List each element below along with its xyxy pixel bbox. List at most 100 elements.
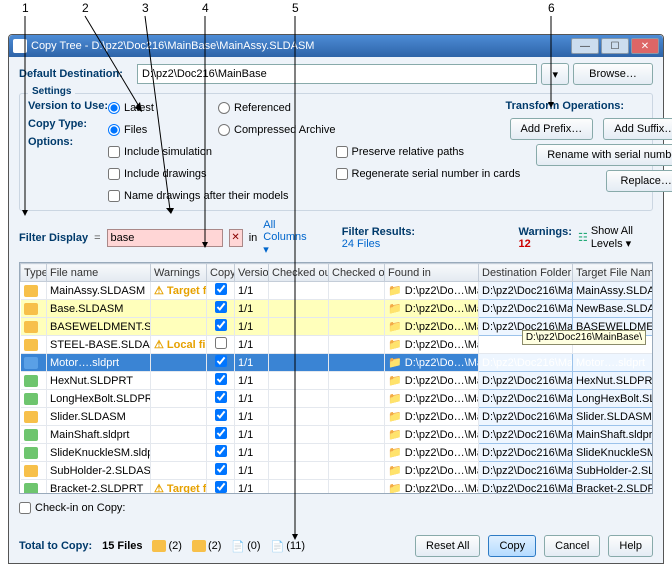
cell-version: 1/1 xyxy=(235,318,269,336)
cell-dest[interactable]: D:\pz2\Doc216\Main… xyxy=(479,390,573,408)
default-dest-input[interactable] xyxy=(137,64,537,84)
col-filename[interactable]: File name xyxy=(47,264,151,282)
dest-dropdown[interactable]: ▾ xyxy=(541,63,569,85)
col-version[interactable]: Version xyxy=(235,264,269,282)
table-row[interactable]: HexNut.SLDPRT1/1📁 D:\pz2\Do…\MainBaseD:\… xyxy=(21,372,654,390)
copy-button[interactable]: Copy xyxy=(488,535,536,557)
checkin-checkbox[interactable] xyxy=(19,502,31,514)
cell-filename: STEEL-BASE.SLDASM xyxy=(47,336,151,354)
chk-include-drawings[interactable]: Include drawings xyxy=(108,166,218,182)
copy-checkbox[interactable] xyxy=(215,409,227,421)
table-row[interactable]: Slider.SLDASM1/1📁 D:\pz2\Do…\MainBaseD:\… xyxy=(21,408,654,426)
copy-checkbox[interactable] xyxy=(215,337,227,349)
copy-checkbox[interactable] xyxy=(215,355,227,367)
cell-warning xyxy=(151,444,207,462)
cell-dest[interactable]: D:\pz2\Doc216\Main… xyxy=(479,480,573,495)
file-table[interactable]: Type File name Warnings Copy Version Che… xyxy=(19,262,653,494)
checkin-label: Check-in on Copy: xyxy=(35,502,126,514)
radio-latest[interactable]: Latest xyxy=(108,100,218,116)
cell-target[interactable]: NewBase.SLDASM xyxy=(573,300,654,318)
copy-checkbox[interactable] xyxy=(215,463,227,475)
col-coin[interactable]: Checked out in xyxy=(329,264,385,282)
browse-button[interactable]: Browse… xyxy=(573,63,653,85)
table-row[interactable]: LongHexBolt.SLDPRT1/1📁 D:\pz2\Do…\MainBa… xyxy=(21,390,654,408)
cell-found: 📁 D:\pz2\Do…\MainBase xyxy=(385,354,479,372)
copy-checkbox[interactable] xyxy=(215,301,227,313)
col-copy[interactable]: Copy xyxy=(207,264,235,282)
reset-all-button[interactable]: Reset All xyxy=(415,535,480,557)
cell-target[interactable]: HexNut.SLDPRT xyxy=(573,372,654,390)
cell-dest[interactable]: D:\pz2\Doc216\Main… xyxy=(479,372,573,390)
table-row[interactable]: Motor….sldprt1/1📁 D:\pz2\Do…\MainBaseD:\… xyxy=(21,354,654,372)
cell-dest[interactable]: D:\pz2\Doc216\Main… xyxy=(479,354,573,372)
copy-checkbox[interactable] xyxy=(215,283,227,295)
copy-checkbox[interactable] xyxy=(215,481,227,493)
table-row[interactable]: MainAssy.SLDASM⚠ Target file alre…1/1📁 D… xyxy=(21,282,654,300)
file-type-icon xyxy=(24,393,38,405)
rename-serial-button[interactable]: Rename with serial number… xyxy=(536,144,672,166)
file-type-icon xyxy=(24,357,38,369)
cell-filename: HexNut.SLDPRT xyxy=(47,372,151,390)
cell-dest[interactable]: D:\pz2\Doc216\Main… xyxy=(479,300,573,318)
cell-target[interactable]: LongHexBolt.SLD… xyxy=(573,390,654,408)
copy-checkbox[interactable] xyxy=(215,445,227,457)
col-coby[interactable]: Checked out by xyxy=(269,264,329,282)
chk-name-drawings[interactable]: Name drawings after their models xyxy=(108,188,218,204)
cell-dest[interactable]: D:\pz2\Doc216\Main… xyxy=(479,408,573,426)
chk-include-simulation[interactable]: Include simulation xyxy=(108,144,218,160)
titlebar[interactable]: Copy Tree - D:\pz2\Doc216\MainBase\MainA… xyxy=(9,35,663,57)
filter-clear-button[interactable]: ✕ xyxy=(229,229,243,247)
cell-target[interactable]: SubHolder-2.SLD… xyxy=(573,462,654,480)
cell-warning xyxy=(151,300,207,318)
col-type[interactable]: Type xyxy=(21,264,47,282)
col-dest[interactable]: Destination Folder Path xyxy=(479,264,573,282)
copy-checkbox[interactable] xyxy=(215,391,227,403)
cell-target[interactable]: SlideKnuckleSM.sl… xyxy=(573,444,654,462)
cancel-button[interactable]: Cancel xyxy=(544,535,600,557)
minimize-button[interactable]: — xyxy=(571,38,599,54)
replace-button[interactable]: Replace… xyxy=(606,170,672,192)
cell-dest[interactable]: D:\pz2\Doc216\Main… xyxy=(479,462,573,480)
add-prefix-button[interactable]: Add Prefix… xyxy=(510,118,594,140)
copy-checkbox[interactable] xyxy=(215,373,227,385)
cell-dest[interactable]: D:\pz2\Doc216\Main… xyxy=(479,426,573,444)
count-2: (2) xyxy=(192,540,221,552)
cell-target[interactable]: Slider.SLDASM xyxy=(573,408,654,426)
cell-warning: ⚠ Local file will … xyxy=(151,336,207,354)
filter-input[interactable] xyxy=(107,229,223,247)
radio-referenced[interactable]: Referenced xyxy=(218,100,336,116)
table-row[interactable]: SubHolder-2.SLDASM1/1📁 D:\pz2\Do…\MainBa… xyxy=(21,462,654,480)
col-found[interactable]: Found in xyxy=(385,264,479,282)
cell-dest[interactable]: D:\pz2\Doc216\Main… xyxy=(479,444,573,462)
cell-version: 1/1 xyxy=(235,444,269,462)
table-row[interactable]: SlideKnuckleSM.sldprt1/1📁 D:\pz2\Do…\Mai… xyxy=(21,444,654,462)
table-row[interactable]: MainShaft.sldprt1/1📁 D:\pz2\Do…\MainBase… xyxy=(21,426,654,444)
callout-5: 5 xyxy=(292,1,299,15)
table-row[interactable]: Bracket-2.SLDPRT⚠ Target file alre…1/1📁 … xyxy=(21,480,654,495)
chk-preserve-paths[interactable]: Preserve relative paths xyxy=(336,144,506,160)
maximize-button[interactable]: ☐ xyxy=(601,38,629,54)
warnings-count[interactable]: 12 xyxy=(519,238,572,250)
cell-target[interactable]: MainAssy.SLDASM xyxy=(573,282,654,300)
cell-target[interactable]: MainShaft.sldprt xyxy=(573,426,654,444)
cell-target[interactable]: Motor….sldprt xyxy=(573,354,654,372)
add-suffix-button[interactable]: Add Suffix… xyxy=(603,118,672,140)
table-row[interactable]: Base.SLDASM1/1📁 D:\pz2\Do…\MainBaseD:\pz… xyxy=(21,300,654,318)
copy-checkbox[interactable] xyxy=(215,427,227,439)
radio-compressed[interactable]: Compressed Archive xyxy=(218,122,336,138)
help-button[interactable]: Help xyxy=(608,535,653,557)
filter-results-link[interactable]: 24 Files xyxy=(342,238,415,250)
filter-columns-dropdown[interactable]: All Columns ▾ xyxy=(263,219,314,256)
col-target[interactable]: Target File Name xyxy=(573,264,654,282)
show-levels-dropdown[interactable]: ☷ Show All Levels ▾ xyxy=(578,225,653,250)
cell-target[interactable]: Bracket-2.SLDPRT xyxy=(573,480,654,495)
cell-dest[interactable]: D:\pz2\Doc216\Main… xyxy=(479,282,573,300)
file-type-icon xyxy=(24,339,38,351)
col-warnings[interactable]: Warnings xyxy=(151,264,207,282)
cell-filename: Bracket-2.SLDPRT xyxy=(47,480,151,495)
cell-warning xyxy=(151,372,207,390)
copy-checkbox[interactable] xyxy=(215,319,227,331)
radio-files[interactable]: Files xyxy=(108,122,218,138)
chk-regen-serial[interactable]: Regenerate serial number in cards xyxy=(336,166,506,182)
close-button[interactable]: ✕ xyxy=(631,38,659,54)
